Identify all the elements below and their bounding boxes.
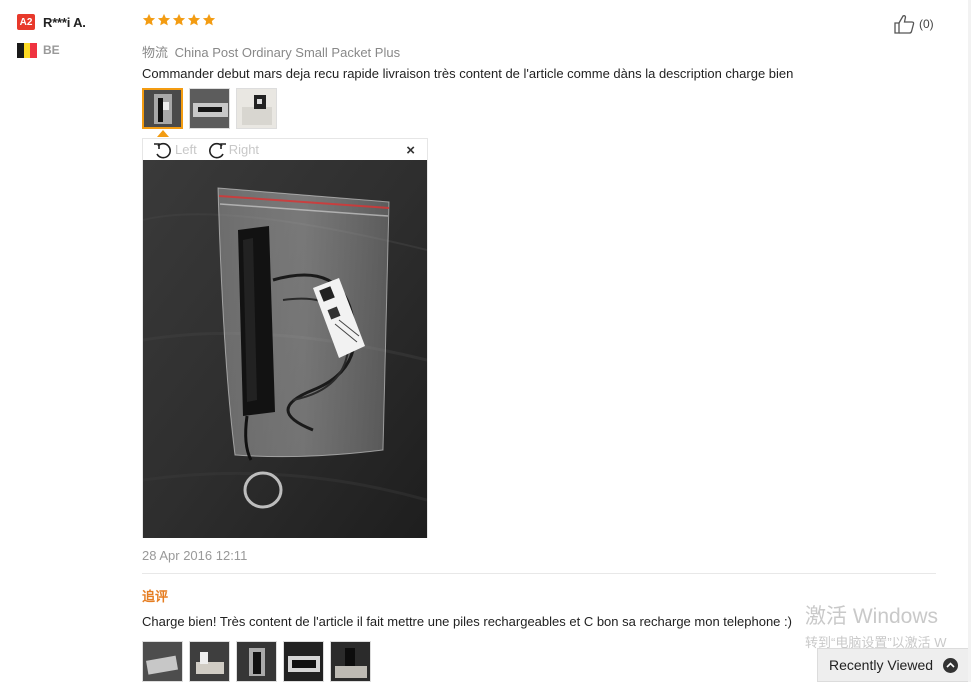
review-body: 物流 China Post Ordinary Small Packet Plus… bbox=[142, 13, 937, 83]
followup-photo-thumb[interactable] bbox=[283, 641, 324, 682]
watermark-line-1: 激活 Windows bbox=[805, 605, 939, 628]
star-icon bbox=[172, 13, 186, 26]
reviewer-name-row: A2 R***i A. bbox=[17, 13, 127, 31]
rotate-left-icon bbox=[154, 142, 171, 158]
photo-viewer: Left Right × bbox=[142, 138, 428, 538]
review-photo-thumb[interactable] bbox=[236, 88, 277, 129]
divider bbox=[142, 573, 936, 574]
star-icon bbox=[157, 13, 171, 26]
reviewer-name: R***i A. bbox=[43, 14, 86, 30]
review-photo-thumb[interactable] bbox=[142, 88, 183, 129]
followup-text: Charge bien! Très content de l'article i… bbox=[142, 614, 792, 629]
viewer-toolbar: Left Right × bbox=[143, 139, 427, 160]
star-icon bbox=[142, 13, 156, 26]
star-rating bbox=[142, 13, 937, 31]
recently-viewed-button[interactable]: Recently Viewed bbox=[817, 648, 971, 682]
followup-photo-thumb[interactable] bbox=[142, 641, 183, 682]
followup-photo-thumb[interactable] bbox=[189, 641, 230, 682]
review-photo-large bbox=[143, 160, 427, 538]
followup-photo-thumb[interactable] bbox=[330, 641, 371, 682]
review-photo-thumbnails bbox=[142, 88, 283, 129]
followup-label: 追评 bbox=[142, 589, 169, 604]
followup-photo-thumbnails bbox=[142, 641, 377, 682]
rotate-left-button[interactable]: Left bbox=[153, 141, 197, 159]
reviewer-country: BE bbox=[17, 41, 127, 59]
logistics-value: China Post Ordinary Small Packet Plus bbox=[174, 45, 401, 60]
logistics-label: 物流 bbox=[142, 45, 169, 60]
reviewer-info: A2 R***i A. BE bbox=[17, 13, 127, 59]
belgium-flag-icon bbox=[17, 42, 38, 58]
review-photo-thumb[interactable] bbox=[189, 88, 230, 129]
star-icon bbox=[187, 13, 201, 26]
windows-activation-watermark: 激活 Windows 转到“电脑设置”以激活 W bbox=[805, 600, 947, 651]
review-date: 28 Apr 2016 12:11 bbox=[142, 548, 248, 563]
active-thumb-pointer bbox=[157, 130, 169, 137]
rotate-left-label: Left bbox=[175, 142, 197, 157]
close-viewer-button[interactable]: × bbox=[406, 142, 415, 159]
followup-photo-thumb[interactable] bbox=[236, 641, 277, 682]
recently-viewed-label: Recently Viewed bbox=[829, 657, 934, 673]
buyer-level-badge: A2 bbox=[17, 14, 35, 30]
country-code: BE bbox=[43, 43, 60, 57]
star-icon bbox=[202, 13, 216, 26]
rotate-right-button[interactable]: Right bbox=[207, 141, 259, 159]
chevron-up-icon bbox=[943, 657, 959, 673]
logistics-info: 物流 China Post Ordinary Small Packet Plus bbox=[142, 42, 937, 60]
review-text: Commander debut mars deja recu rapide li… bbox=[142, 66, 794, 81]
rotate-right-label: Right bbox=[228, 142, 260, 157]
rotate-right-icon bbox=[208, 142, 226, 158]
